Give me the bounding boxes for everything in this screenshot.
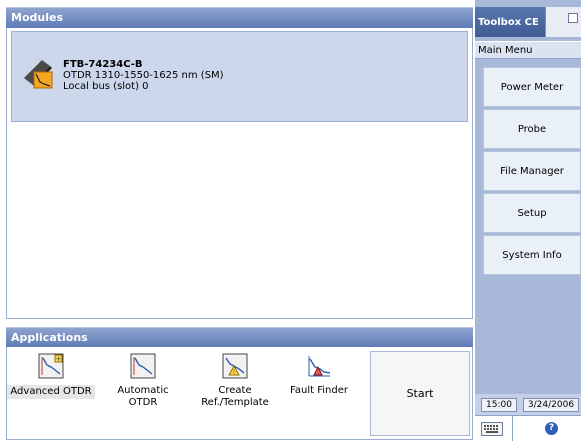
module-name: FTB-74234C-B xyxy=(63,59,143,70)
app-fault-finder[interactable]: Fault Finder xyxy=(275,351,363,431)
modules-header: Modules xyxy=(6,7,473,28)
svg-text:!: ! xyxy=(233,369,235,376)
app-automatic-otdr[interactable]: Automatic OTDR xyxy=(99,351,187,431)
file-manager-button[interactable]: File Manager xyxy=(483,151,581,191)
automatic-otdr-icon xyxy=(130,353,156,379)
help-icon[interactable]: ? xyxy=(545,422,558,435)
power-meter-button[interactable]: Power Meter xyxy=(483,67,581,107)
app-label-line2: OTDR xyxy=(128,397,158,408)
keyboard-icon[interactable] xyxy=(481,422,503,436)
fault-finder-icon xyxy=(308,356,331,377)
clock-time: 15:00 xyxy=(481,398,517,412)
svg-text:+: + xyxy=(56,355,62,363)
start-button[interactable]: Start xyxy=(370,351,470,436)
applications-panel: + Advanced OTDR Automatic OTDR ! Create … xyxy=(6,347,473,440)
app-label-line1: Create xyxy=(218,385,252,396)
status-bar: 15:00 3/24/2006 xyxy=(475,394,581,415)
app-label: Advanced OTDR xyxy=(7,385,95,399)
create-template-icon: ! xyxy=(222,353,248,379)
app-create-ref-template[interactable]: ! Create Ref./Template xyxy=(191,351,279,431)
main-menu-label: Main Menu xyxy=(475,41,581,59)
modules-list[interactable]: FTB-74234C-B OTDR 1310-1550-1625 nm (SM)… xyxy=(6,28,473,319)
advanced-otdr-icon: + xyxy=(38,353,64,379)
app-label-line1: Fault Finder xyxy=(290,385,348,396)
minimize-button[interactable] xyxy=(545,7,581,37)
module-row-ftb-74234c-b[interactable]: FTB-74234C-B OTDR 1310-1550-1625 nm (SM)… xyxy=(11,31,468,122)
taskbar-divider xyxy=(512,416,513,441)
clock-date: 3/24/2006 xyxy=(523,398,579,412)
setup-button[interactable]: Setup xyxy=(483,193,581,233)
module-description: OTDR 1310-1550-1625 nm (SM) xyxy=(63,70,224,81)
window-icon xyxy=(568,13,578,23)
probe-button[interactable]: Probe xyxy=(483,109,581,149)
system-info-button[interactable]: System Info xyxy=(483,235,581,275)
app-advanced-otdr[interactable]: + Advanced OTDR xyxy=(7,351,95,431)
taskbar: ? xyxy=(475,415,581,441)
app-label-line2: Ref./Template xyxy=(201,397,269,408)
app-label-line1: Automatic xyxy=(117,385,169,396)
toolbox-title: Toolbox CE xyxy=(475,7,545,37)
otdr-module-icon xyxy=(24,60,53,89)
module-location: Local bus (slot) 0 xyxy=(63,81,149,92)
applications-header: Applications xyxy=(6,327,473,347)
toolbox-sidebar: Toolbox CE Main Menu Power Meter Probe F… xyxy=(475,0,581,441)
